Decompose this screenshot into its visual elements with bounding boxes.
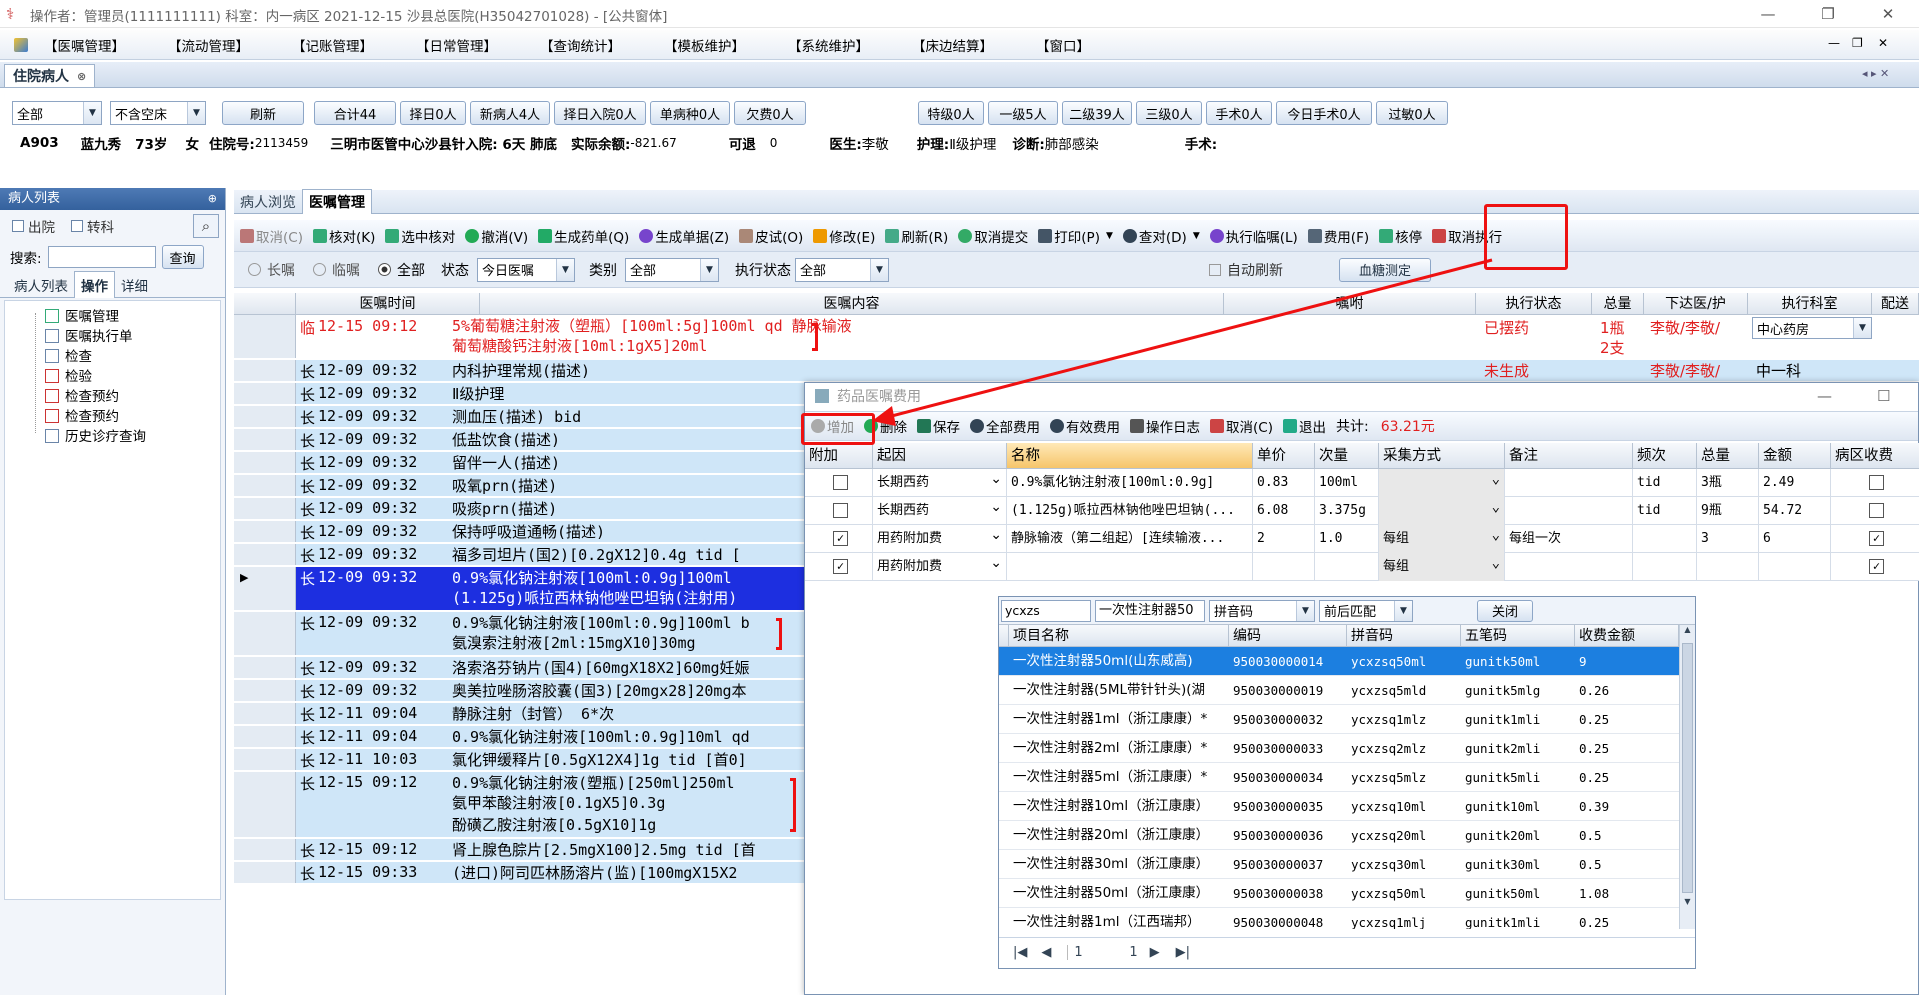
annotation-arrow: [872, 258, 1493, 426]
arrow-line: [883, 258, 1493, 420]
arrow-head: [872, 406, 896, 426]
